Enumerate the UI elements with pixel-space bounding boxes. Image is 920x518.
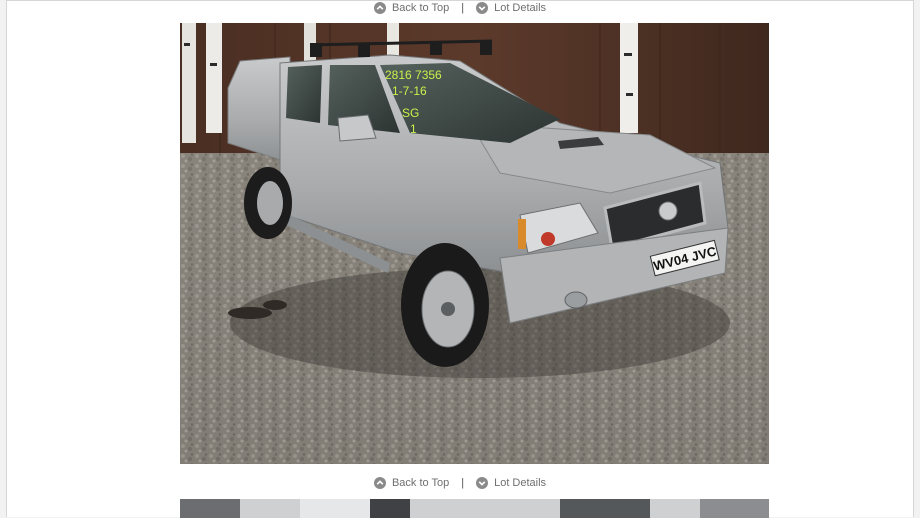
vehicle-photo-next[interactable] xyxy=(180,499,769,518)
photo-nav-top: Back to Top | Lot Details xyxy=(7,1,913,15)
lot-details-label: Lot Details xyxy=(494,477,547,489)
nav-separator: | xyxy=(461,477,465,489)
lot-details-link[interactable]: Lot Details xyxy=(476,2,546,14)
photo-nav-middle: Back to Top | Lot Details xyxy=(7,475,913,491)
vehicle-photo-image: WV04 JVC 2816 7356 1-7-16 SG 1 xyxy=(180,23,769,464)
windscreen-note-3: SG xyxy=(402,106,419,120)
back-to-top-label: Back to Top xyxy=(391,477,450,489)
windscreen-note-1: 2816 7356 xyxy=(385,68,442,82)
lot-details-link[interactable]: Lot Details xyxy=(476,477,546,489)
chevron-down-circle-icon xyxy=(476,477,489,489)
windscreen-note-2: 1-7-16 xyxy=(392,84,427,98)
back-to-top-link[interactable]: Back to Top xyxy=(373,477,450,489)
chevron-up-circle-icon xyxy=(373,2,386,14)
chevron-up-circle-icon xyxy=(373,477,386,489)
page-container: Back to Top | Lot Details WV04 JVC 2816 … xyxy=(6,0,914,518)
back-to-top-link[interactable]: Back to Top xyxy=(373,2,450,14)
nav-separator: | xyxy=(461,2,465,14)
back-to-top-label: Back to Top xyxy=(391,2,450,14)
vehicle-photo[interactable]: WV04 JVC 2816 7356 1-7-16 SG 1 xyxy=(180,23,769,464)
vehicle-photo-next-image xyxy=(180,499,769,518)
lot-details-label: Lot Details xyxy=(494,2,547,14)
chevron-down-circle-icon xyxy=(476,2,489,14)
windscreen-note-4: 1 xyxy=(410,122,417,136)
